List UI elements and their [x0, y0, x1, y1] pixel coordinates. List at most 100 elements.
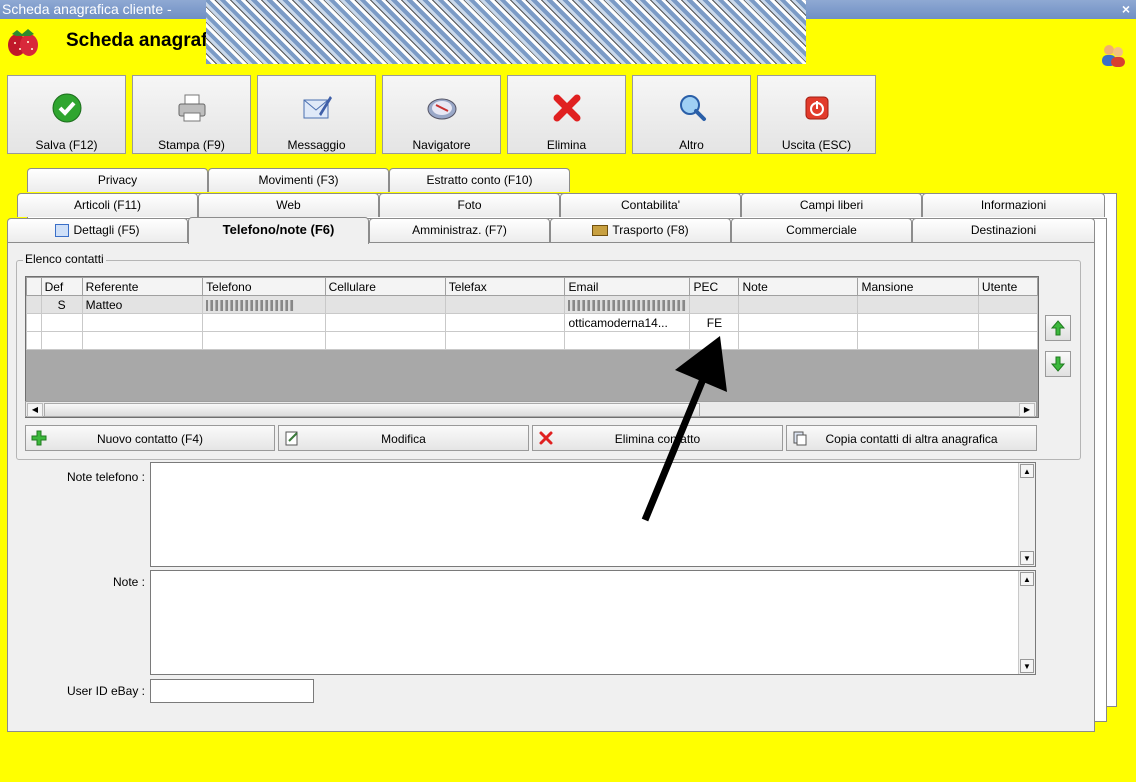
- tab-estratto-conto[interactable]: Estratto conto (F10): [389, 168, 570, 192]
- tab-trasporto-label: Trasporto (F8): [612, 223, 689, 237]
- cell-mansione[interactable]: [857, 295, 979, 314]
- edit-contact-label: Modifica: [381, 432, 426, 446]
- cell-email[interactable]: otticamoderna14...: [564, 313, 691, 332]
- new-contact-button[interactable]: Nuovo contatto (F4): [25, 425, 275, 451]
- cell-def[interactable]: S: [40, 295, 83, 314]
- col-header-mansione[interactable]: Mansione: [857, 277, 979, 296]
- note-telefono-field[interactable]: ▲ ▼: [150, 462, 1036, 567]
- grid-horizontal-scrollbar[interactable]: ◀ ▶: [25, 401, 1037, 417]
- note-telefono-label: Note telefono :: [66, 470, 145, 484]
- col-header-note[interactable]: Note: [738, 277, 859, 296]
- cell-telefono[interactable]: [202, 295, 326, 314]
- col-header-def[interactable]: Def: [40, 277, 83, 296]
- scroll-up-icon[interactable]: ▲: [1020, 572, 1034, 586]
- note-scrollbar[interactable]: ▲ ▼: [1018, 571, 1035, 674]
- navigator-button[interactable]: Navigatore: [382, 75, 501, 154]
- redacted-email: [568, 299, 687, 311]
- col-header-pec[interactable]: PEC: [689, 277, 740, 296]
- tab-contabilita[interactable]: Contabilita': [560, 193, 741, 217]
- other-button[interactable]: Altro: [632, 75, 751, 154]
- tab-campi-liberi[interactable]: Campi liberi: [741, 193, 922, 217]
- cell-pec[interactable]: [689, 295, 740, 314]
- arrow-up-icon: [1050, 320, 1066, 336]
- tab-movimenti[interactable]: Movimenti (F3): [208, 168, 389, 192]
- ebay-user-id-input[interactable]: [150, 679, 314, 703]
- cell-referente[interactable]: [81, 313, 204, 332]
- table-row[interactable]: S Matteo: [26, 295, 1038, 314]
- cell-utente[interactable]: [977, 295, 1038, 314]
- cell-note[interactable]: [738, 331, 859, 350]
- cell-telefono[interactable]: [202, 331, 326, 350]
- cell-note[interactable]: [738, 295, 859, 314]
- tab-dettagli-label: Dettagli (F5): [73, 223, 140, 237]
- scroll-up-icon[interactable]: ▲: [1020, 464, 1034, 478]
- cell-pec[interactable]: [689, 331, 740, 350]
- table-row[interactable]: otticamoderna14... FE: [26, 313, 1038, 332]
- tab-trasporto[interactable]: Trasporto (F8): [550, 218, 731, 242]
- cell-pec[interactable]: FE: [689, 313, 740, 332]
- cell-cellulare[interactable]: [324, 331, 446, 350]
- edit-contact-button[interactable]: Modifica: [278, 425, 529, 451]
- move-up-button[interactable]: [1045, 315, 1071, 341]
- col-header-telefax[interactable]: Telefax: [444, 277, 566, 296]
- exit-button[interactable]: Uscita (ESC): [757, 75, 876, 154]
- tab-amministrazione[interactable]: Amministraz. (F7): [369, 218, 550, 242]
- tab-foto[interactable]: Foto: [379, 193, 560, 217]
- cell-telefax[interactable]: [444, 295, 566, 314]
- scroll-thumb[interactable]: [44, 403, 700, 417]
- table-row[interactable]: [26, 331, 1038, 350]
- scroll-down-icon[interactable]: ▼: [1020, 551, 1034, 565]
- row-indicator[interactable]: [26, 313, 42, 332]
- col-header-referente[interactable]: Referente: [81, 277, 204, 296]
- contacts-group: Elenco contatti Def Referente Telefono C…: [16, 252, 1081, 460]
- users-icon[interactable]: [1100, 43, 1126, 67]
- col-header-cellulare[interactable]: Cellulare: [324, 277, 446, 296]
- delete-label: Elimina: [546, 138, 587, 152]
- contacts-grid[interactable]: Def Referente Telefono Cellulare Telefax…: [25, 276, 1039, 418]
- scroll-right-icon[interactable]: ▶: [1019, 403, 1035, 417]
- cell-cellulare[interactable]: [324, 313, 446, 332]
- row-indicator[interactable]: [26, 295, 42, 314]
- print-button[interactable]: Stampa (F9): [132, 75, 251, 154]
- tab-web[interactable]: Web: [198, 193, 379, 217]
- cell-telefono[interactable]: [202, 313, 326, 332]
- cell-utente[interactable]: [977, 313, 1038, 332]
- cell-referente[interactable]: Matteo: [81, 295, 204, 314]
- tab-commerciale[interactable]: Commerciale: [731, 218, 912, 242]
- scroll-down-icon[interactable]: ▼: [1020, 659, 1034, 673]
- tab-dettagli[interactable]: Dettagli (F5): [7, 218, 188, 242]
- tab-informazioni[interactable]: Informazioni: [922, 193, 1105, 217]
- cell-def[interactable]: [40, 331, 83, 350]
- cell-mansione[interactable]: [857, 313, 979, 332]
- delete-button[interactable]: Elimina: [507, 75, 626, 154]
- save-button[interactable]: Salva (F12): [7, 75, 126, 154]
- note-field[interactable]: ▲ ▼: [150, 570, 1036, 675]
- cell-cellulare[interactable]: [324, 295, 446, 314]
- copy-contacts-button[interactable]: Copia contatti di altra anagrafica: [786, 425, 1037, 451]
- tab-articoli[interactable]: Articoli (F11): [17, 193, 198, 217]
- cell-email[interactable]: [564, 295, 691, 314]
- cell-def[interactable]: [40, 313, 83, 332]
- cell-telefax[interactable]: [444, 331, 566, 350]
- delete-icon: [553, 94, 581, 122]
- cell-utente[interactable]: [977, 331, 1038, 350]
- col-header-email[interactable]: Email: [564, 277, 691, 296]
- delete-contact-button[interactable]: Elimina contatto: [532, 425, 783, 451]
- cell-email[interactable]: [564, 331, 691, 350]
- col-header-telefono[interactable]: Telefono: [202, 277, 326, 296]
- scroll-left-icon[interactable]: ◀: [27, 403, 43, 417]
- message-button[interactable]: Messaggio: [257, 75, 376, 154]
- col-header-utente[interactable]: Utente: [977, 277, 1038, 296]
- move-down-button[interactable]: [1045, 351, 1071, 377]
- note-telefono-scrollbar[interactable]: ▲ ▼: [1018, 463, 1035, 566]
- cell-telefax[interactable]: [444, 313, 566, 332]
- row-indicator[interactable]: [26, 331, 42, 350]
- tab-privacy[interactable]: Privacy: [27, 168, 208, 192]
- strawberry-logo-icon: [8, 29, 38, 56]
- cell-note[interactable]: [738, 313, 859, 332]
- tab-destinazioni[interactable]: Destinazioni: [912, 218, 1095, 242]
- cell-mansione[interactable]: [857, 331, 979, 350]
- close-icon[interactable]: ×: [1122, 1, 1130, 17]
- tab-telefono-note[interactable]: Telefono/note (F6): [188, 217, 369, 244]
- cell-referente[interactable]: [81, 331, 204, 350]
